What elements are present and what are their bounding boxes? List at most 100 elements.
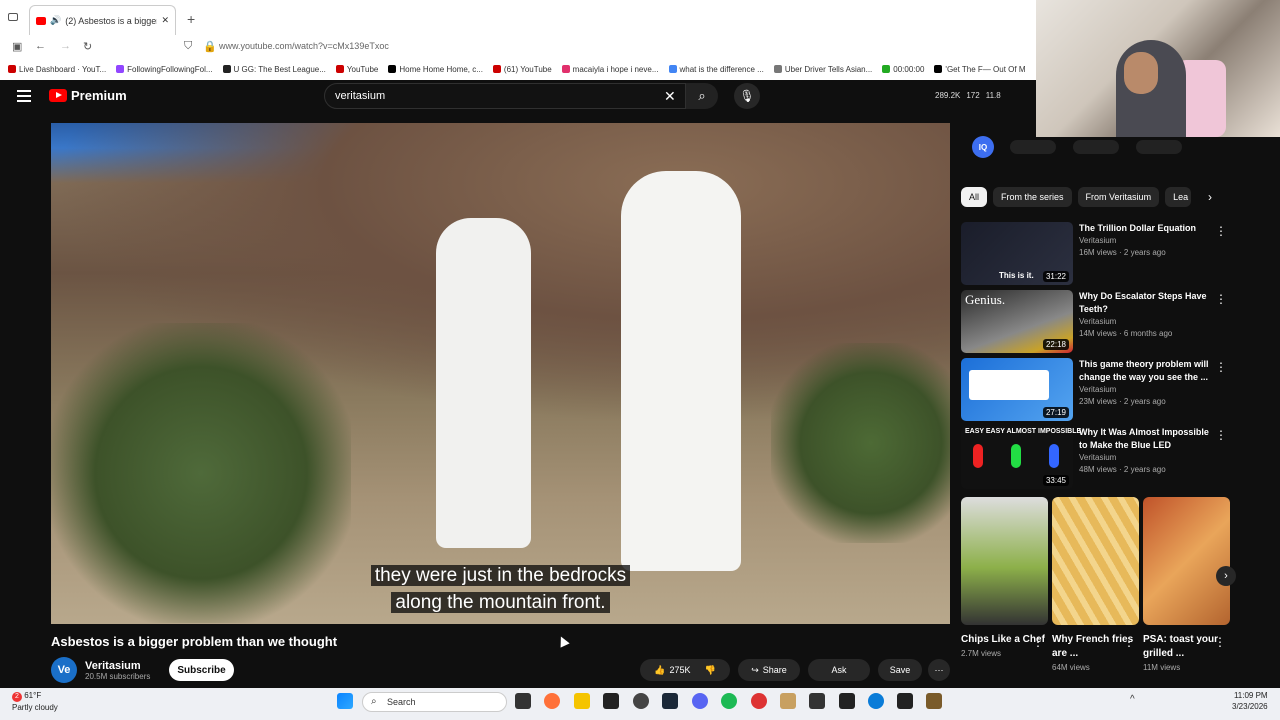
tab-list-icon[interactable] [8,13,18,21]
reload-button[interactable]: ↻ [83,40,92,53]
lock-icon[interactable]: 🔒 [203,40,217,53]
task-view-icon[interactable] [515,693,531,709]
list-item[interactable]: Genius. 22:18 Why Do Escalator Steps Hav… [961,290,1231,358]
rec-title[interactable]: This game theory problem will change the… [1079,358,1209,384]
app-icon[interactable] [926,693,942,709]
bookmark-item[interactable]: (61) YouTube [492,65,552,74]
spotify-icon[interactable] [721,693,737,709]
start-icon[interactable] [337,693,353,709]
new-tab-button[interactable]: + [187,11,195,27]
list-item[interactable]: This is it. 31:22 The Trillion Dollar Eq… [961,222,1231,290]
video-thumbnail[interactable]: 27:19 [961,358,1073,421]
youtube-logo[interactable]: Premium [49,88,127,103]
rec-channel[interactable]: Veritasium [1079,316,1209,328]
chip-all[interactable]: All [961,187,988,207]
ask-button[interactable]: Ask [808,659,870,681]
short-thumbnail[interactable] [961,497,1048,625]
chip-from-veritasium[interactable]: From Veritasium [1077,187,1160,207]
subscribe-button[interactable]: Subscribe [169,659,234,681]
search-button[interactable]: ⌕ [686,83,718,109]
forward-button[interactable]: → [60,40,71,52]
firefox-icon[interactable] [544,693,560,709]
bookmark-item[interactable]: YouTube [335,65,378,74]
tray-chevron-icon[interactable]: ^ [1130,694,1135,705]
app-icon[interactable] [868,693,884,709]
sidebar-toggle-icon[interactable]: ▣ [12,40,22,53]
app-icon[interactable] [897,693,913,709]
more-icon: ⋯ [934,664,944,675]
rec-title[interactable]: Why Do Escalator Steps Have Teeth? [1079,290,1209,316]
speaker-icon[interactable]: 🔊 [50,15,61,26]
bookmark-item[interactable]: 'Get The F— Out Of M [934,65,1026,74]
voice-search-button[interactable]: 🎙 [734,83,760,109]
app-icon[interactable] [603,693,619,709]
short-thumbnail[interactable] [1052,497,1139,625]
discord-icon[interactable] [692,693,708,709]
like-icon[interactable]: 👍 [654,665,665,676]
chip-learning[interactable]: Lea [1165,187,1192,207]
bookmark-item[interactable]: 00:00:00 [882,65,924,74]
filter-chips: All From the series From Veritasium Lea [961,187,1192,207]
close-tab-icon[interactable]: ✕ [161,15,169,26]
bookmark-item[interactable]: FollowingFollowingFol... [116,65,213,74]
more-vert-icon[interactable]: ⋮ [1032,635,1044,649]
video-thumbnail[interactable]: Genius. 22:18 [961,290,1073,353]
app-icon[interactable] [839,693,855,709]
short-item[interactable]: Chips Like a Chef 2.7M views ⋮ [961,497,1048,672]
steam-icon[interactable] [662,693,678,709]
like-count[interactable]: 275K [669,665,690,675]
channel-avatar[interactable]: Ve [51,657,77,683]
rec-channel[interactable]: Veritasium [1079,235,1196,247]
share-button[interactable]: ↪ Share [738,659,800,681]
rec-title[interactable]: Why It Was Almost Impossible to Make the… [1079,426,1209,452]
short-item[interactable]: PSA: toast your grilled ... 11M views ⋮ [1143,497,1230,672]
obs-icon[interactable] [633,693,649,709]
more-vert-icon[interactable]: ⋮ [1215,224,1227,238]
list-item[interactable]: 27:19 This game theory problem will chan… [961,358,1231,426]
more-vert-icon[interactable]: ⋮ [1215,428,1227,442]
app-icon[interactable] [780,693,796,709]
channel-name[interactable]: Veritasium [85,660,150,672]
iq-extension-icon[interactable]: IQ [972,136,994,158]
app-icon[interactable] [751,693,767,709]
dislike-icon[interactable]: 👎 [705,665,716,676]
hamburger-menu-icon[interactable] [17,90,31,102]
video-thumbnail[interactable]: EASY EASY ALMOST IMPOSSIBLE 33:45 [961,426,1081,489]
search-input[interactable]: veritasium [324,83,686,109]
save-button[interactable]: Save [878,659,922,681]
video-caption: they were just in the bedrocks along the… [347,562,654,616]
more-actions-button[interactable]: ⋯ [928,659,950,681]
more-vert-icon[interactable]: ⋮ [1215,292,1227,306]
more-vert-icon[interactable]: ⋮ [1215,360,1227,374]
system-clock[interactable]: 11:09 PM 3/23/2026 [1232,690,1268,712]
chip-from-series[interactable]: From the series [993,187,1072,207]
clear-search-icon[interactable]: ✕ [664,88,676,105]
bookmark-item[interactable]: U GG: The Best League... [222,65,326,74]
more-vert-icon[interactable]: ⋮ [1123,635,1135,649]
shield-icon[interactable]: ⛉ [184,40,192,53]
bookmark-item[interactable]: macaiyla i hope i neve... [561,65,659,74]
browser-tab[interactable]: 🔊 (2) Asbestos is a bigger pro ✕ [29,5,176,35]
chevron-right-icon[interactable]: › [1208,190,1212,204]
rec-channel[interactable]: Veritasium [1079,452,1209,464]
video-thumbnail[interactable]: This is it. 31:22 [961,222,1073,285]
weather-widget[interactable]: 2 61°F Partly cloudy [12,690,58,713]
bookmark-item[interactable]: Home Home Home, c... [388,65,483,74]
file-explorer-icon[interactable] [574,693,590,709]
taskbar-search[interactable]: ⌕ Search [362,692,507,712]
list-item[interactable]: EASY EASY ALMOST IMPOSSIBLE 33:45 Why It… [961,426,1231,494]
short-item[interactable]: Why French fries are ... 64M views ⋮ [1052,497,1139,672]
more-vert-icon[interactable]: ⋮ [1214,635,1226,649]
rec-title[interactable]: The Trillion Dollar Equation [1079,222,1196,235]
video-player[interactable] [51,123,950,624]
rec-channel[interactable]: Veritasium [1079,384,1209,396]
short-views: 64M views [1052,663,1090,672]
app-icon[interactable] [809,693,825,709]
address-bar[interactable]: www.youtube.com/watch?v=cMx139eTxoc [219,41,389,51]
shorts-next-button[interactable]: › [1216,566,1236,586]
bookmark-item[interactable]: what is the difference ... [668,65,764,74]
back-button[interactable]: ← [35,40,46,52]
bookmark-item[interactable]: Live Dashboard · YouT... [8,65,106,74]
short-thumbnail[interactable] [1143,497,1230,625]
bookmark-item[interactable]: Uber Driver Tells Asian... [773,65,872,74]
